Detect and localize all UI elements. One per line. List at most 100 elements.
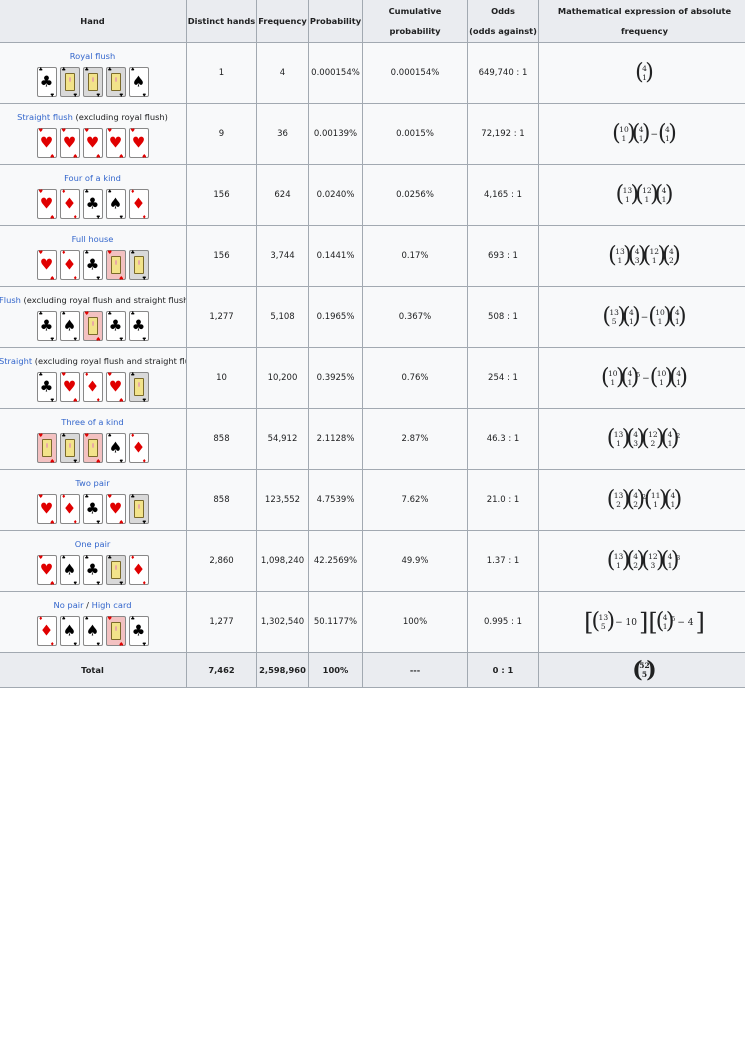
binom-k: 1 [621,134,627,143]
card-images: ♥ ♥ ♥ ♠ ♠ ♠ ♣ ♣ ♣ ♣ ♣ ♦ ♦ ♦ [0,554,186,585]
hand-link[interactable]: Four of a kind [64,173,121,183]
hand-link[interactable]: Two pair [75,478,109,488]
cell-cumulative: 100% [362,591,468,653]
playing-card: ♦ ♦ ♦ [128,432,149,463]
card-corner-icon: ♥ [96,334,101,341]
cell-cumulative: 7.62% [362,469,468,531]
cell-math: (13 1)(12 1)(4 1) [538,164,745,226]
cell-odds: 1.37 : 1 [467,530,539,592]
cell-distinct: 2,860 [186,530,257,592]
hand-link[interactable]: Straight [0,356,32,366]
playing-card: ♥ ♥ ♥ [82,127,103,158]
hand-link[interactable]: High card [92,600,132,610]
cell-probability: 0.000154% [308,42,363,104]
playing-card: ♠ ♠ ♠ [82,615,103,646]
card-corner-icon: ♦ [73,273,78,280]
cell-math: (13 1)(4 3)(12 1)(4 2) [538,225,745,287]
cell-math: (4 1) [538,42,745,104]
card-corner-icon: ♥ [50,151,55,158]
heart-icon: ♥ [62,377,77,395]
binomial: (4 1) [660,426,680,451]
formula-3: (13 1)(12 1)(4 1) [616,182,674,207]
binom-k: 1 [659,378,664,387]
formula-8: (13 2)(4 2) 2(11 1)(4 1) [607,487,682,512]
card-corner-icon: ♣ [50,395,55,402]
hand-link[interactable]: No pair [54,600,84,610]
table-row: Four of a kind ♥ ♥ ♥ ♦ ♦ ♦ ♣ ♣ ♣ ♠ ♠ ♠ ♦ ♦ ♦ 156 624 0.024… [0,164,745,226]
diamond-icon: ♦ [131,194,146,212]
hand-link[interactable]: Flush [0,295,21,305]
binom-k: 1 [610,378,616,387]
cell-cumulative: 0.367% [362,286,468,348]
playing-card: ♣ ♣ [128,493,149,524]
face-card-figure-icon [64,438,75,457]
card-corner-icon: ♣ [142,334,147,341]
face-card-figure-icon [110,255,121,274]
diamond-icon: ♦ [62,255,77,273]
card-images: ♥ ♥ ♥ ♦ ♦ ♦ ♣ ♣ ♣ ♥ ♥ ♥ ♣ ♣ [0,493,186,524]
card-corner-icon: ♣ [50,90,55,97]
playing-card: ♦ ♦ ♦ [59,188,80,219]
cell-cumulative: 0.76% [362,347,468,409]
table-row: Full house ♥ ♥ ♥ ♦ ♦ ♦ ♣ ♣ ♣ ♥ ♥ ♣ ♣ 156 3,744 0.1441% 0.… [0,225,745,287]
cell-frequency: 54,912 [256,408,309,470]
binomial: (4 1) [620,365,640,390]
club-icon: ♣ [39,316,54,334]
binom-k: 1 [653,500,659,509]
hand-cell: Straight (excluding royal flush and stra… [0,347,187,409]
playing-card: ♦ ♦ ♦ [36,615,57,646]
header-odds[interactable]: Odds (odds against) [467,0,539,43]
hand-link[interactable]: Full house [72,234,114,244]
card-corner-icon: ♦ [142,456,147,463]
binom-k: 3 [650,561,656,570]
diamond-icon: ♦ [62,194,77,212]
header-distinct-hands[interactable]: Distinct hands [186,0,257,43]
card-corner-icon: ♦ [142,212,147,219]
hand-note: (excluding royal flush and straight flus… [20,294,187,305]
cell-math: (13 5)(4 1) −(10 1)(4 1) [538,286,745,348]
hand-link[interactable]: One pair [75,539,111,549]
cell-cumulative: 0.17% [362,225,468,287]
cell-cumulative: 0.0256% [362,164,468,226]
header-hand[interactable]: Hand [0,0,187,43]
face-card-figure-icon [87,316,98,335]
card-corner-icon: ♣ [142,395,147,402]
binom-k: 1 [617,256,623,265]
header-frequency[interactable]: Frequency [256,0,309,43]
header-odds-line2: (odds against) [469,25,537,36]
hand-link[interactable]: Straight flush [17,112,73,122]
hand-link[interactable]: Three of a kind [61,417,123,427]
card-corner-icon: ♠ [96,639,101,646]
cell-math: (10 1)(4 1) −(4 1) [538,103,745,165]
card-corner-icon: ♣ [61,66,66,73]
header-probability[interactable]: Probability [308,0,363,43]
binomial: (52 5) [632,657,657,683]
card-images: ♣ ♣ ♣ ♣ ♣ ♣ ♣ ♣ ♣ ♠ ♠ ♠ [0,66,186,97]
face-card-figure-icon [87,72,98,91]
card-corner-icon: ♥ [84,310,89,317]
playing-card: ♥ ♥ [36,432,57,463]
hand-link[interactable]: Royal flush [70,51,115,61]
face-card-figure-icon [133,255,144,274]
binomial: (13 5) [591,609,616,634]
spade-icon: ♠ [62,316,77,334]
playing-card: ♦ ♦ ♦ [128,554,149,585]
cell-odds: 0.995 : 1 [467,591,539,653]
hand-cell: Straight flush (excluding royal flush) ♥ ♥… [0,103,187,165]
header-cumulative-probability[interactable]: Cumulative probability [362,0,468,43]
card-corner-icon: ♣ [61,432,66,439]
binom-k: 1 [644,195,650,204]
cell-distinct: 156 [186,164,257,226]
header-math-expression[interactable]: Mathematical expression of absolute freq… [538,0,745,43]
hand-name: Three of a kind [0,417,186,427]
card-images: ♦ ♦ ♦ ♠ ♠ ♠ ♠ ♠ ♠ ♥ ♥ ♣ ♣ ♣ [0,615,186,646]
hand-name: Royal flush [0,51,186,61]
card-corner-icon: ♣ [96,212,101,219]
heart-icon: ♥ [108,377,123,395]
club-icon: ♣ [85,194,100,212]
operator: − 4 [677,617,694,628]
card-corner-icon: ♥ [142,151,147,158]
playing-card: ♥ ♥ ♥ [36,127,57,158]
hand-name: Flush (excluding royal flush and straigh… [0,295,186,305]
card-corner-icon: ♣ [130,371,135,378]
